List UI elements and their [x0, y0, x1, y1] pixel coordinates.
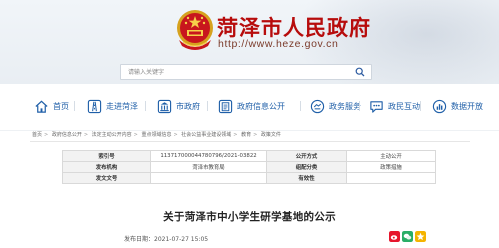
info-value-validity [346, 172, 436, 184]
info-key-publisher: 发布机构 [62, 161, 151, 173]
info-key-disclosure-method: 公开方式 [266, 150, 347, 162]
info-value-doc-number [150, 172, 267, 184]
publish-date: 2021-07-27 15:05 [154, 236, 209, 243]
wechat-share-icon[interactable] [402, 231, 413, 242]
divider [30, 141, 470, 142]
nav-item-label: 数据开放 [451, 101, 483, 111]
site-header: 菏泽市人民政府 http://www.heze.gov.cn [0, 0, 499, 84]
home-icon [35, 100, 48, 113]
nav-item-home[interactable]: 首页 [34, 98, 69, 114]
info-key-validity: 有效性 [266, 172, 347, 184]
nav-item-label: 政务服务 [329, 101, 361, 111]
breadcrumb-item[interactable]: 社会公益事业建设领域 [181, 132, 231, 138]
service-icon [310, 99, 325, 113]
info-key-category: 组配分类 [266, 161, 347, 173]
nav-divider [74, 101, 75, 111]
breadcrumb-item[interactable]: 政策文件 [261, 132, 281, 138]
search-box [120, 64, 372, 80]
breadcrumb-item[interactable]: 教育 [241, 132, 251, 138]
nav-item-government[interactable]: 市政府 [157, 98, 200, 114]
publish-info: 发布日期：2021-07-27 15:05 [124, 234, 208, 243]
breadcrumb-item[interactable]: 法定主动公开内容 [92, 132, 132, 138]
breadcrumb-item[interactable]: 重点领域信息 [141, 132, 171, 138]
info-key-index: 索引号 [62, 150, 151, 162]
nav-divider [207, 101, 208, 111]
nav-divider [300, 101, 301, 111]
nav-item-label: 首页 [53, 101, 69, 111]
road-icon [87, 99, 102, 113]
building-icon [157, 99, 172, 113]
info-value-publisher: 菏泽市教育局 [150, 161, 267, 173]
table-row: 索引号 113717000044780796/2021-03822 公开方式 主… [62, 150, 436, 162]
breadcrumb-item[interactable]: 首页 [32, 132, 42, 138]
info-value-index: 113717000044780796/2021-03822 [150, 150, 267, 162]
publish-label: 发布日期： [124, 236, 155, 243]
info-value-category: 政策措施 [346, 161, 436, 173]
breadcrumb-item[interactable]: 政府信息公开 [52, 132, 82, 138]
main-nav: 首页 走进菏泽 市政府 政府信息公开 政务服务 政民互动 数据开放 [0, 84, 499, 131]
breadcrumb: 首页 > 政府信息公开 > 法定主动公开内容 > 重点领域信息 > 社会公益事业建设领域… [32, 132, 281, 138]
nav-divider [145, 101, 146, 111]
nav-item-label: 市政府 [176, 101, 200, 111]
nav-item-label: 政府信息公开 [237, 101, 285, 111]
table-row: 发布机构 菏泽市教育局 组配分类 政策措施 [62, 161, 436, 173]
site-url: http://www.heze.gov.cn [218, 38, 339, 50]
nav-divider [420, 101, 421, 111]
nav-item-about[interactable]: 走进菏泽 [87, 98, 138, 114]
chat-icon [370, 100, 383, 113]
nav-item-info-disclosure[interactable]: 政府信息公开 [218, 98, 285, 114]
search-input[interactable] [121, 65, 348, 79]
national-emblem-icon [177, 10, 213, 50]
nav-item-label: 政民互动 [388, 101, 420, 111]
data-icon [432, 99, 447, 113]
table-row: 发文文号 有效性 [62, 172, 436, 184]
nav-item-open-data[interactable]: 数据开放 [432, 98, 483, 114]
document-icon [218, 99, 233, 113]
search-icon[interactable] [355, 67, 365, 77]
info-value-disclosure-method: 主动公开 [346, 150, 436, 162]
weibo-share-icon[interactable] [389, 231, 400, 242]
document-title: 关于菏泽市中小学生研学基地的公示 [163, 211, 336, 223]
nav-item-label: 走进菏泽 [106, 101, 138, 111]
nav-divider [359, 101, 360, 111]
nav-item-gov-services[interactable]: 政务服务 [310, 98, 361, 114]
document-info-table: 索引号 113717000044780796/2021-03822 公开方式 主… [62, 150, 436, 184]
qzone-share-icon[interactable] [415, 231, 426, 242]
nav-item-interaction[interactable]: 政民互动 [369, 98, 420, 114]
info-key-doc-number: 发文文号 [62, 172, 151, 184]
